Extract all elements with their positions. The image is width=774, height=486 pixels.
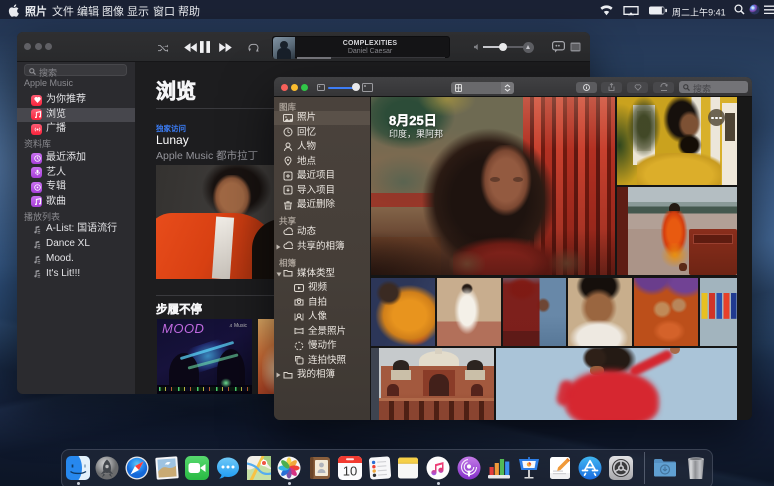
svg-text:10: 10: [343, 464, 357, 479]
